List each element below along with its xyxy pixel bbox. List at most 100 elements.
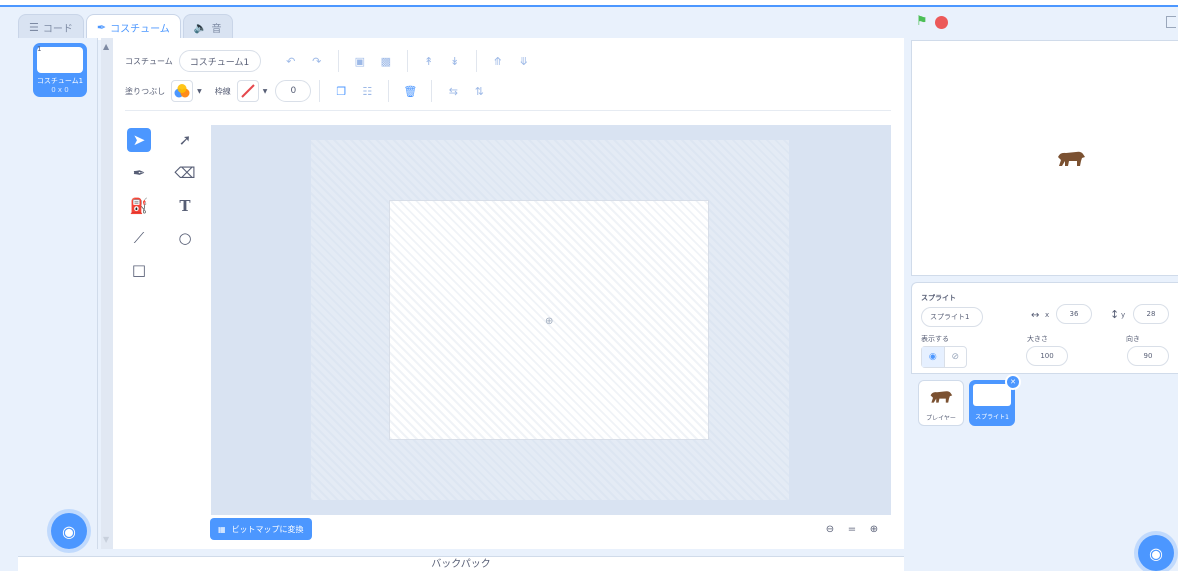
back-icon[interactable]: ⤋ [516,53,532,69]
show-eye-icon[interactable]: ◉ [922,347,944,367]
convert-to-bitmap-button[interactable]: ▦ ビットマップに変換 [210,518,312,540]
costume-list-scrollbar[interactable] [101,38,113,549]
green-flag-icon[interactable]: ⚑ [916,14,928,29]
zoom-reset-icon[interactable]: = [842,519,862,539]
undo-icon[interactable]: ↶ [283,53,299,69]
sprite-name-input[interactable]: スプライト1 [921,307,983,327]
outline-color-picker[interactable] [236,80,259,102]
sprite-tile[interactable]: プレイヤー [918,380,964,426]
scroll-up-arrow-icon[interactable]: ▲ [103,42,109,51]
front-icon[interactable]: ⤊ [490,53,506,69]
add-costume-button[interactable]: ◉ [51,513,87,549]
eraser-icon: ⌫ [174,164,196,182]
scroll-down-arrow-icon[interactable]: ▼ [103,535,109,544]
rectangle-tool[interactable]: □ [127,258,151,282]
ungroup-icon[interactable]: ▩ [378,53,394,69]
line-icon: ⟋ [133,229,145,247]
flip-vertical-icon[interactable]: ⇅ [471,83,487,99]
tab-costumes[interactable]: ✒ コスチューム [85,14,181,40]
tab-costumes-label: コスチューム [110,24,170,35]
paint-editor: コスチューム コスチューム1 ↶ ↷ ▣ ▩ ↟ ↡ ⤊ ⤋ 塗りつぶし ▼ 枠… [113,38,904,549]
costume-toolbar-row2: 塗りつぶし ▼ 枠線 ▼ 0 ❐ ☷ 🗑 ⇆ ⇅ [125,80,492,102]
redo-icon[interactable]: ↷ [309,53,325,69]
copy-icon[interactable]: ❐ [333,83,349,99]
rectangle-icon: □ [131,261,147,279]
line-tool[interactable]: ⟋ [127,226,151,250]
reshape-icon: ➚ [178,131,192,149]
stage-header: ⚑ [908,12,1178,36]
forward-icon[interactable]: ↟ [421,53,437,69]
circle-icon: ○ [178,229,192,247]
divider [475,50,477,72]
paste-icon[interactable]: ☷ [359,83,375,99]
y-input[interactable]: 28 [1133,304,1169,324]
y-label: y [1121,311,1126,319]
chevron-down-icon[interactable]: ▼ [263,88,268,95]
fill-icon: ⛽ [129,197,149,215]
delete-sprite-trash-icon[interactable]: ✕ [1005,374,1021,390]
sprite-tile-name: プレイヤー [926,415,956,422]
zoom-in-icon[interactable]: ⊕ [864,519,884,539]
costume-index: 1 [37,45,42,53]
backward-icon[interactable]: ↡ [447,53,463,69]
bear-thumbnail [930,391,953,403]
chevron-down-icon[interactable]: ▼ [197,88,202,95]
toolbar-divider [125,110,891,111]
direction-label: 向き [1126,335,1140,343]
tab-code[interactable]: ☰ コード [18,14,84,40]
code-icon: ☰ [29,21,39,34]
fill-color-picker[interactable] [171,80,194,102]
x-input[interactable]: 36 [1056,304,1092,324]
convert-to-bitmap-label: ビットマップに変換 [231,524,304,534]
divider [406,50,408,72]
stage[interactable] [911,40,1178,276]
brush-tool[interactable]: ✒ [127,161,151,185]
eraser-tool[interactable]: ⌫ [173,161,197,185]
tab-sounds[interactable]: 🔈 音 [182,14,233,40]
sprite-tile-name: スプライト1 [975,414,1009,421]
zoom-out-icon[interactable]: ⊖ [820,519,840,539]
hide-eye-icon[interactable]: ⊘ [943,347,967,367]
top-bar [0,0,1178,7]
costume-name-input[interactable]: コスチューム1 [178,50,261,72]
backpack-bar[interactable]: バックパック [18,556,904,571]
vertical-arrows-icon: ↕ [1110,308,1120,321]
outline-label: 枠線 [214,86,231,96]
group-icon[interactable]: ▣ [352,53,368,69]
center-crosshair-icon: ⊕ [545,316,554,327]
text-tool[interactable]: T [173,194,197,218]
divider [319,80,321,102]
editor-tabs: ☰ コード ✒ コスチューム 🔈 音 [18,14,235,40]
fill-tool[interactable]: ⛽ [127,194,151,218]
tab-code-label: コード [42,24,73,35]
reshape-tool[interactable]: ➚ [173,128,197,152]
sprite-thumbnail [973,384,1011,406]
costume-toolbar-row1: コスチューム コスチューム1 ↶ ↷ ▣ ▩ ↟ ↡ ⤊ ⤋ [125,50,537,72]
flip-horizontal-icon[interactable]: ⇆ [445,83,461,99]
stage-size-icon[interactable] [1166,16,1176,28]
text-icon: T [179,197,191,215]
costume-name: コスチューム1 [36,77,84,85]
paint-canvas-area[interactable]: ⊕ [211,125,891,515]
x-label: x [1045,311,1050,319]
outline-width-input[interactable]: 0 [275,80,312,102]
visibility-toggle: ◉ ⊘ [921,346,967,368]
cat-add-icon: ◉ [1149,543,1163,563]
select-icon: ➤ [132,131,146,149]
direction-input[interactable]: 90 [1127,346,1169,366]
zoom-controls: ⊖ = ⊕ [820,519,884,539]
costume-item[interactable]: 1 コスチューム1 0 x 0 [33,43,87,97]
circle-tool[interactable]: ○ [173,226,197,250]
no-color-icon [241,84,255,98]
divider [431,80,433,102]
add-sprite-button[interactable]: ◉ [1138,535,1174,571]
backpack-label: バックパック [431,559,491,570]
bear-sprite [1058,151,1085,166]
trash-icon[interactable]: 🗑 [402,83,418,99]
costume-name-label: コスチューム [125,56,173,66]
size-input[interactable]: 100 [1026,346,1068,366]
stop-icon[interactable] [935,16,948,29]
select-tool[interactable]: ➤ [127,128,151,152]
sprite-label: スプライト [921,294,956,302]
brush-icon: ✒ [132,164,146,182]
